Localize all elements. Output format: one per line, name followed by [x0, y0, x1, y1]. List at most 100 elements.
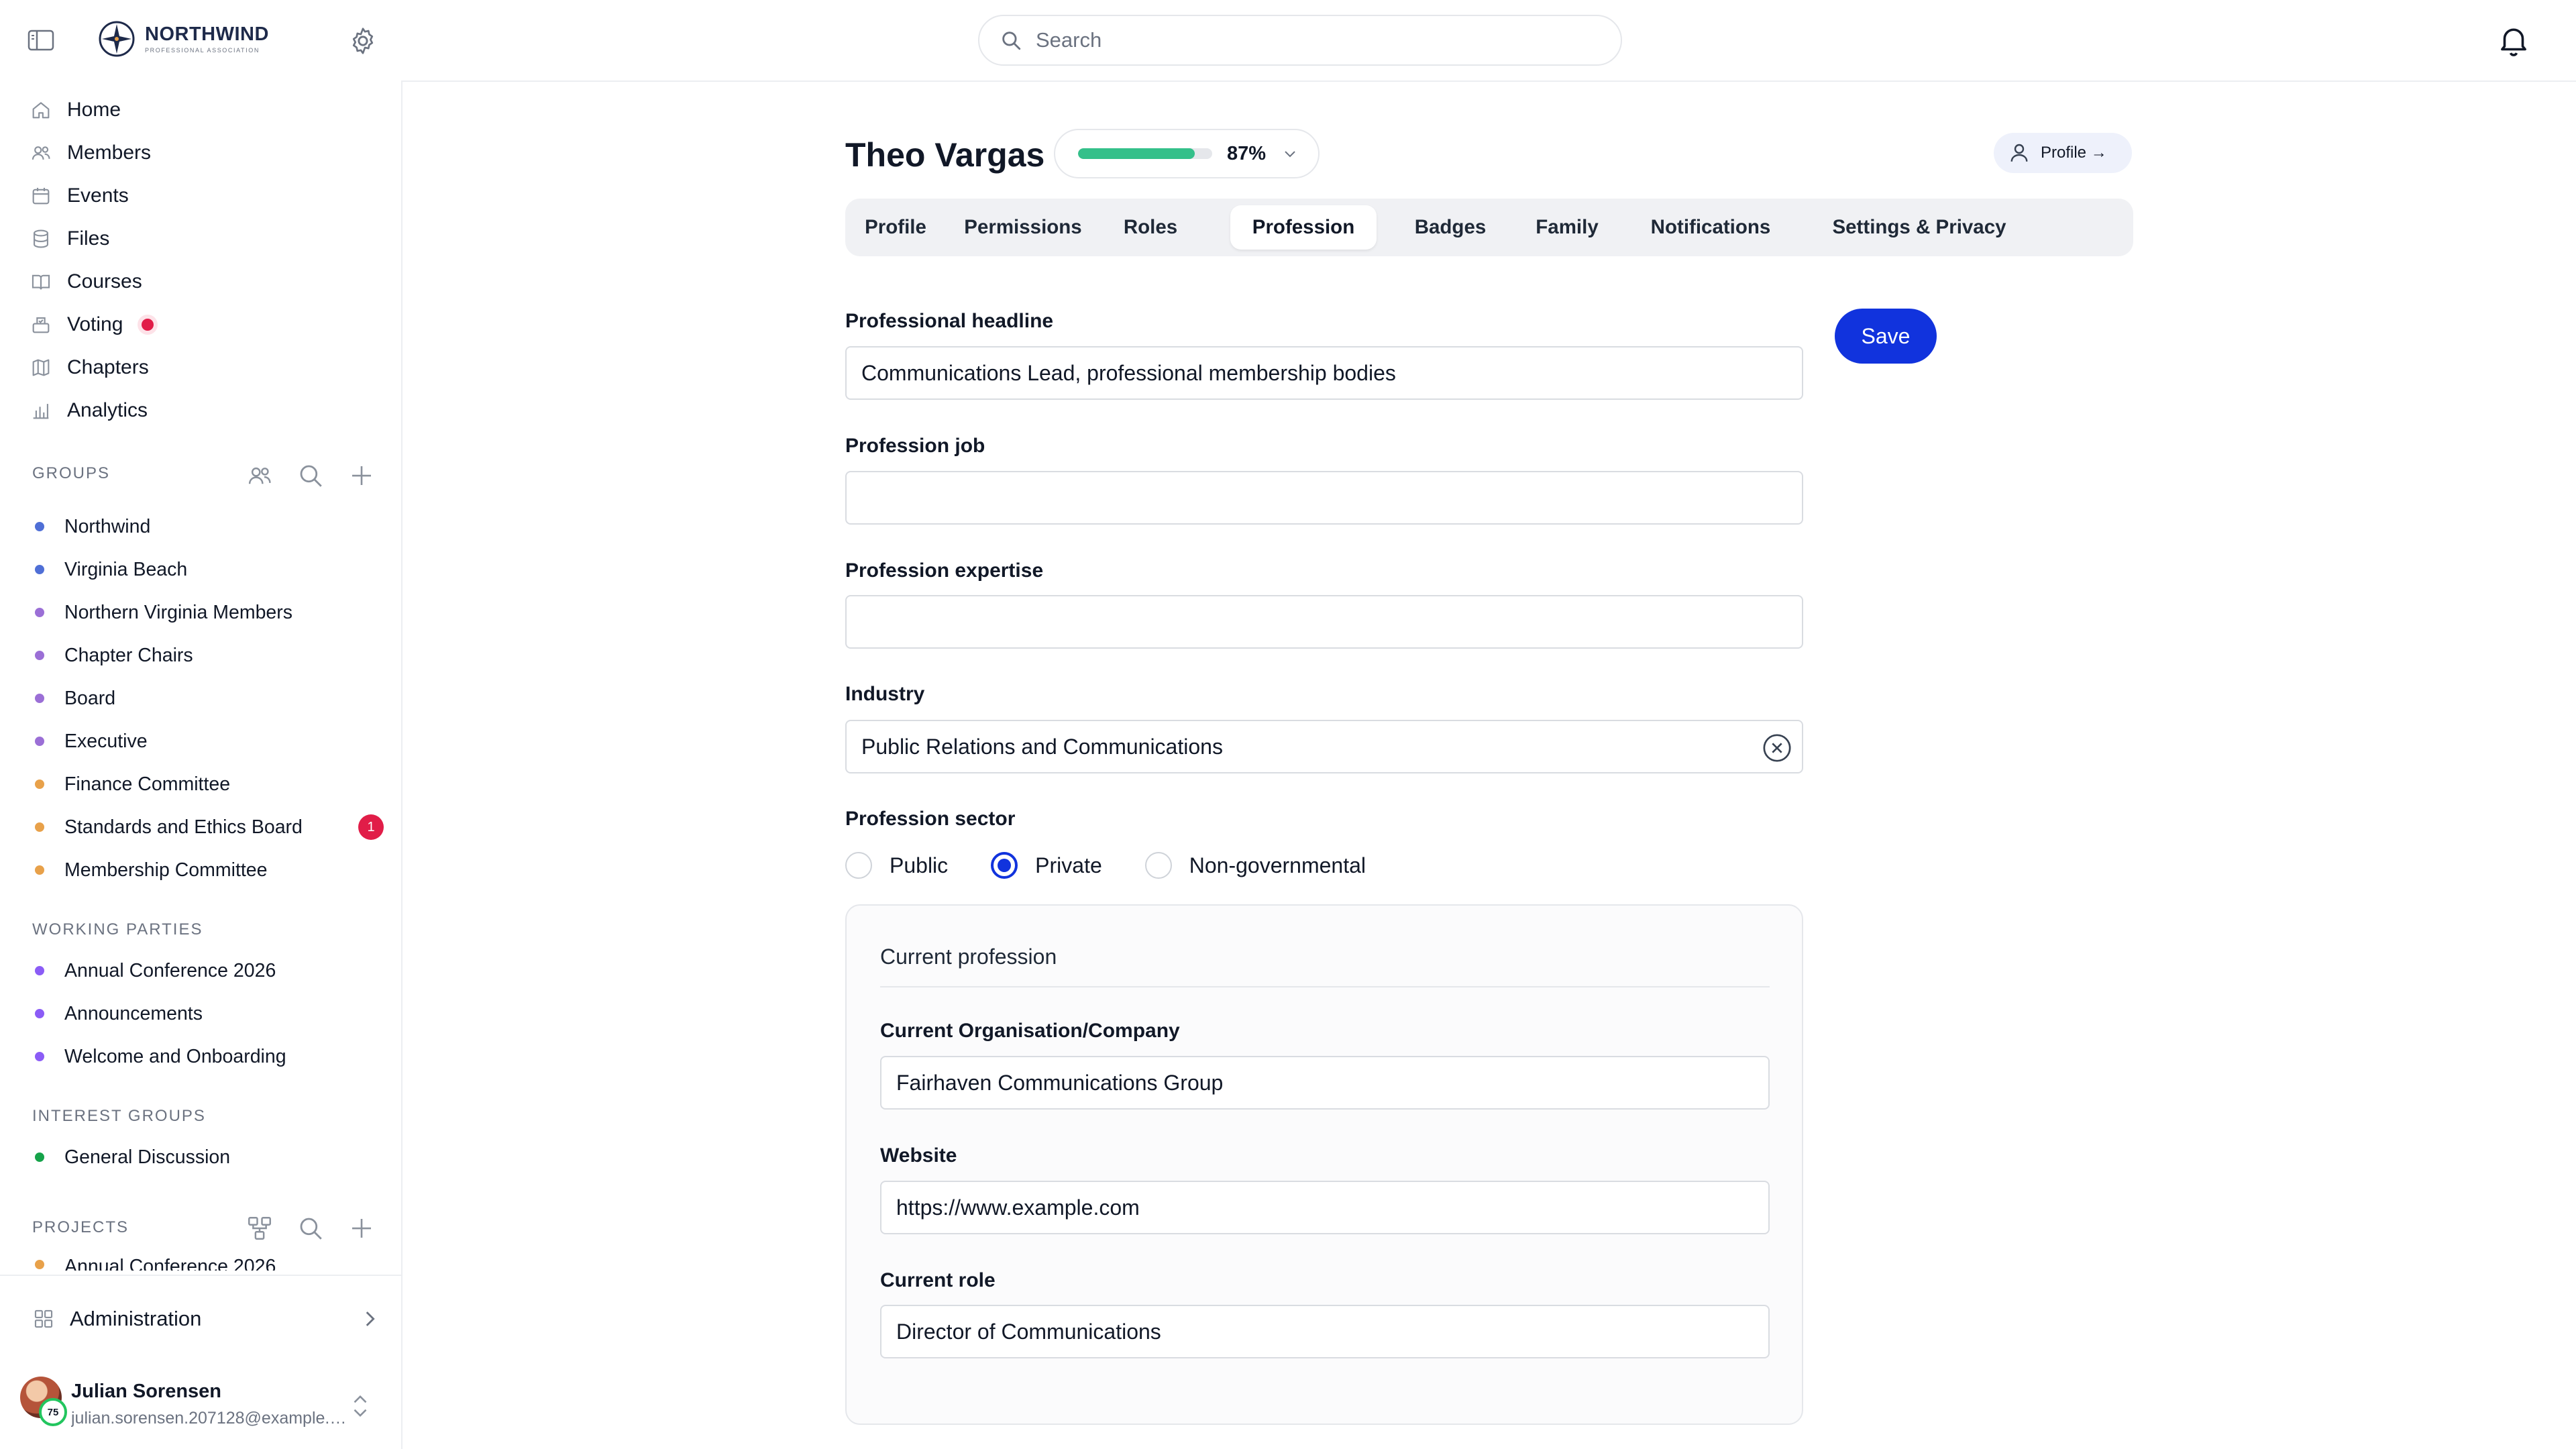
group-color-dot — [35, 822, 44, 832]
projects-heading: PROJECTS — [32, 1218, 129, 1236]
users-icon[interactable] — [246, 462, 274, 490]
view-profile-button[interactable]: Profile → — [1994, 133, 2132, 173]
interest-group-item[interactable]: General Discussion — [35, 1140, 384, 1174]
administration-menu[interactable]: Administration — [32, 1299, 381, 1339]
tab-bar: Profile Permissions Roles Profession Bad… — [845, 199, 2133, 256]
tab-roles[interactable]: Roles — [1107, 205, 1194, 250]
organisation-label: Current Organisation/Company — [880, 1020, 1180, 1042]
page-title: Theo Vargas — [845, 136, 1045, 174]
group-color-dot — [35, 1260, 44, 1269]
group-item[interactable]: Finance Committee — [35, 767, 384, 801]
completion-progress-bar — [1078, 148, 1212, 159]
tab-permissions[interactable]: Permissions — [953, 205, 1093, 250]
group-item[interactable]: Standards and Ethics Board 1 — [35, 810, 384, 844]
search-bar[interactable] — [978, 15, 1622, 66]
working-party-item[interactable]: Announcements — [35, 997, 384, 1030]
nav-home[interactable]: Home — [30, 91, 121, 129]
group-color-dot — [35, 1052, 44, 1061]
profession-job-input[interactable] — [845, 471, 1803, 525]
group-label: Finance Committee — [64, 773, 231, 795]
nav-files[interactable]: Files — [30, 220, 109, 258]
sector-option-label: Private — [1035, 853, 1102, 877]
sector-option-public[interactable]: Public — [845, 852, 948, 879]
nav-analytics-label: Analytics — [67, 399, 148, 421]
working-party-label: Welcome and Onboarding — [64, 1045, 286, 1067]
tab-notifications[interactable]: Notifications — [1630, 205, 1791, 250]
groups-actions — [246, 462, 376, 490]
sidebar-toggle-icon[interactable] — [27, 27, 55, 54]
website-input[interactable] — [880, 1181, 1770, 1234]
database-icon — [34, 229, 48, 248]
radio-private[interactable] — [991, 852, 1018, 879]
nav-events-label: Events — [67, 184, 129, 207]
tab-profile[interactable]: Profile — [852, 205, 939, 250]
group-color-dot — [35, 737, 44, 746]
plus-icon[interactable] — [347, 1214, 376, 1242]
user-menu[interactable]: 75 Julian Sorensen julian.sorensen.20712… — [20, 1377, 382, 1437]
working-parties-heading: WORKING PARTIES — [32, 920, 203, 938]
nav-courses[interactable]: Courses — [30, 263, 142, 301]
nav-events[interactable]: Events — [30, 177, 129, 215]
book-icon — [32, 274, 50, 290]
user-icon — [2010, 144, 2028, 162]
completion-percent: 87% — [1227, 142, 1267, 164]
group-label: Executive — [64, 730, 148, 752]
profession-job-label: Profession job — [845, 435, 985, 457]
map-icon — [32, 359, 50, 376]
sidebar-footer: Administration 75 Julian Sorensen julian… — [0, 1275, 401, 1449]
group-item[interactable]: Virginia Beach — [35, 553, 384, 586]
headline-input[interactable] — [845, 346, 1803, 400]
working-party-item[interactable]: Annual Conference 2026 — [35, 954, 384, 987]
headline-label: Professional headline — [845, 310, 1054, 332]
tab-badges[interactable]: Badges — [1397, 205, 1504, 250]
compass-logo-icon — [99, 21, 135, 57]
profession-expertise-input[interactable] — [845, 595, 1803, 649]
working-party-item[interactable]: Welcome and Onboarding — [35, 1040, 384, 1073]
nav-members[interactable]: Members — [30, 134, 151, 172]
radio-public[interactable] — [845, 852, 872, 879]
plus-icon[interactable] — [347, 462, 376, 490]
tab-profession[interactable]: Profession — [1230, 205, 1377, 250]
nav-files-label: Files — [67, 227, 110, 250]
gear-icon[interactable] — [347, 25, 378, 56]
current-role-input[interactable] — [880, 1305, 1770, 1358]
sector-option-non-governmental[interactable]: Non-governmental — [1144, 852, 1366, 879]
project-item[interactable]: Annual Conference 2026 — [35, 1256, 384, 1271]
group-item[interactable]: Northern Virginia Members — [35, 596, 384, 629]
search-input[interactable] — [1036, 28, 1586, 52]
group-item[interactable]: Membership Committee — [35, 853, 384, 887]
group-item[interactable]: Board — [35, 682, 384, 715]
current-role-label: Current role — [880, 1269, 996, 1291]
logo[interactable]: NORTHWIND PROFESSIONAL ASSOCIATION — [98, 20, 269, 58]
group-item[interactable]: Executive — [35, 724, 384, 758]
group-item[interactable]: Northwind — [35, 510, 384, 543]
organisation-input[interactable] — [880, 1056, 1770, 1110]
group-color-dot — [35, 865, 44, 875]
group-label: Chapter Chairs — [64, 644, 193, 666]
nav-courses-label: Courses — [67, 270, 142, 292]
tab-family[interactable]: Family — [1520, 205, 1614, 250]
search-icon — [1002, 32, 1021, 50]
search-icon[interactable] — [297, 1214, 325, 1242]
unread-count-badge: 1 — [358, 814, 384, 840]
bell-icon[interactable] — [2496, 21, 2532, 59]
search-icon[interactable] — [297, 462, 325, 490]
clear-icon[interactable] — [1762, 733, 1792, 763]
website-label: Website — [880, 1144, 957, 1167]
voting-alert-dot — [142, 319, 154, 331]
industry-select[interactable]: Public Relations and Communications — [845, 720, 1803, 773]
nav-analytics[interactable]: Analytics — [30, 392, 148, 429]
hierarchy-icon[interactable] — [246, 1214, 274, 1242]
user-name: Julian Sorensen — [71, 1381, 222, 1402]
tab-settings-privacy[interactable]: Settings & Privacy — [1809, 205, 2030, 250]
group-color-dot — [35, 966, 44, 975]
radio-non-governmental[interactable] — [1144, 852, 1172, 879]
nav-voting[interactable]: Voting — [30, 306, 154, 343]
save-button[interactable]: Save — [1835, 309, 1937, 364]
group-color-dot — [35, 522, 44, 531]
profile-completion-dropdown[interactable]: 87% — [1054, 129, 1320, 178]
nav-chapters[interactable]: Chapters — [30, 349, 149, 386]
ballot-icon — [32, 317, 50, 333]
group-item[interactable]: Chapter Chairs — [35, 639, 384, 672]
sector-option-private[interactable]: Private — [991, 852, 1102, 879]
